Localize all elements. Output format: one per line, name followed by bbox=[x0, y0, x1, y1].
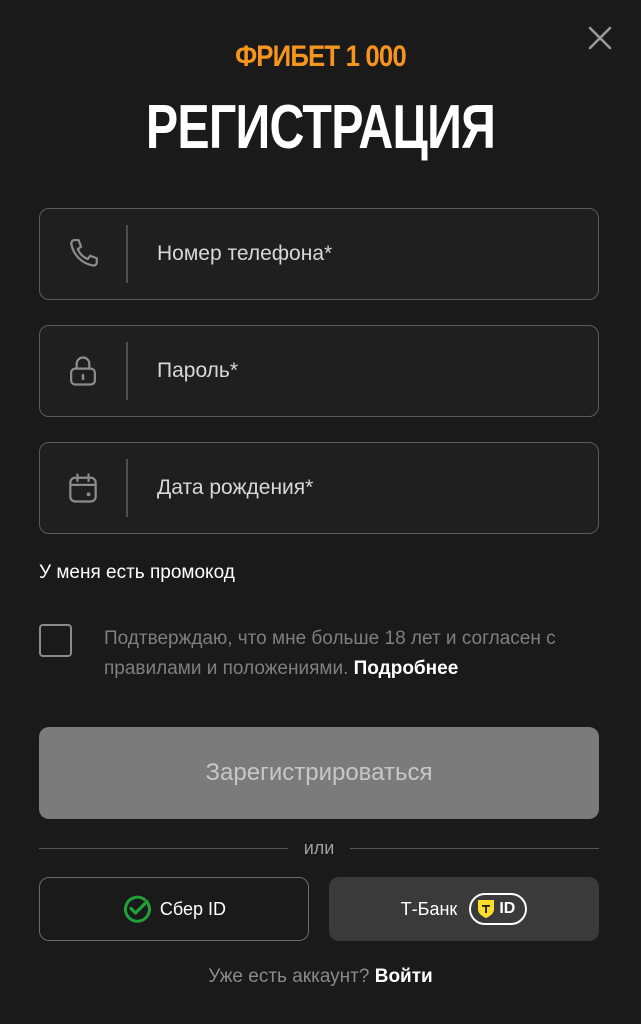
phone-field[interactable] bbox=[39, 208, 599, 300]
sber-id-label: Сбер ID bbox=[159, 898, 227, 919]
calendar-icon bbox=[40, 443, 126, 533]
divider-line bbox=[39, 847, 288, 849]
registration-modal: ФРИБЕТ 1 000 РЕГИСТРАЦИЯ Номер телефона*… bbox=[0, 0, 641, 1024]
login-question: Уже есть аккаунт? bbox=[208, 966, 370, 987]
phone-icon bbox=[40, 209, 126, 299]
password-field[interactable] bbox=[39, 325, 599, 417]
sber-id-button[interactable]: Сбер ID bbox=[39, 877, 309, 941]
sber-check-icon bbox=[123, 895, 151, 923]
page-title: РЕГИСТРАЦИЯ bbox=[145, 93, 496, 162]
agreement-checkbox[interactable] bbox=[39, 624, 72, 657]
agreement-text: Подтверждаю, что мне больше 18 лет и сог… bbox=[104, 624, 609, 684]
password-input[interactable] bbox=[128, 326, 598, 416]
tbank-id-button[interactable]: Т-Банк ID bbox=[329, 877, 599, 941]
agreement-label: Подтверждаю, что мне больше 18 лет и сог… bbox=[104, 628, 556, 679]
tbank-label: Т-Банк bbox=[400, 898, 458, 919]
tbank-id-badge: ID bbox=[469, 893, 528, 925]
birthdate-field[interactable] bbox=[39, 442, 599, 534]
login-prompt: Уже есть аккаунт? Войти bbox=[0, 966, 641, 988]
divider-line bbox=[350, 847, 599, 849]
tbank-id-text: ID bbox=[499, 900, 516, 917]
birthdate-input[interactable] bbox=[128, 443, 598, 533]
bonus-title: ФРИБЕТ 1 000 bbox=[235, 40, 407, 73]
or-divider: или bbox=[39, 836, 599, 860]
register-button[interactable]: Зарегистрироваться bbox=[39, 727, 599, 819]
login-link[interactable]: Войти bbox=[375, 966, 433, 987]
terms-more-link[interactable]: Подробнее bbox=[354, 658, 459, 679]
tbank-shield-icon bbox=[478, 900, 495, 918]
phone-input[interactable] bbox=[128, 209, 598, 299]
divider-text: или bbox=[303, 837, 335, 858]
promo-code-link[interactable]: У меня есть промокод bbox=[39, 562, 235, 584]
lock-icon bbox=[40, 326, 126, 416]
